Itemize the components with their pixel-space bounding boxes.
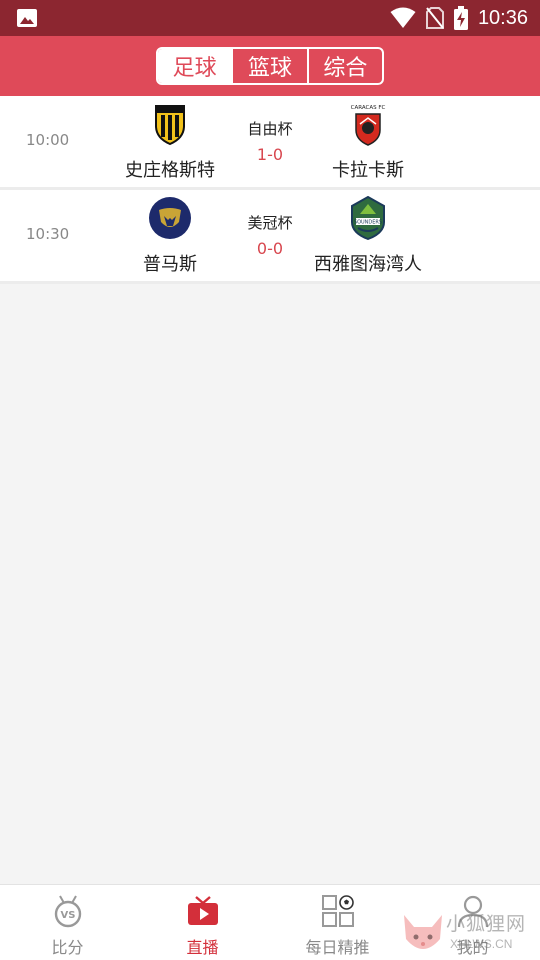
away-team-name: 西雅图海湾人: [314, 254, 422, 275]
battery-charging-icon: [453, 6, 468, 30]
match-row[interactable]: 10:00 史庄格斯特 自由杯 1-0 CARACAS FC 卡拉卡斯: [0, 96, 540, 190]
header: 足球 篮球 综合: [0, 36, 540, 96]
svg-text:VS: VS: [60, 910, 75, 921]
nav-label: 每日精推: [305, 938, 370, 957]
tab-basketball[interactable]: 篮球: [231, 49, 306, 83]
away-team: CARACAS FC 卡拉卡斯: [293, 102, 443, 182]
nav-label: 直播: [186, 938, 219, 957]
wifi-icon: [390, 7, 416, 28]
nav-item-mine[interactable]: 我的: [405, 885, 540, 960]
no-sim-icon: [425, 7, 444, 29]
bottom-nav: VS 比分 直播 每日精推 我的: [0, 884, 540, 960]
caracas-fc-crest: CARACAS FC: [351, 105, 386, 146]
image-icon: [17, 9, 37, 27]
away-team-name: 卡拉卡斯: [332, 160, 404, 181]
sport-tabs: 足球 篮球 综合: [156, 47, 384, 85]
match-row[interactable]: 10:30 普马斯 美冠杯 0-0 SOUNDERS 西雅图海湾人: [0, 190, 540, 284]
grid-ball-icon: [321, 895, 354, 927]
match-list: 10:00 史庄格斯特 自由杯 1-0 CARACAS FC 卡拉卡斯 10:3…: [0, 96, 540, 284]
caracas-crest-text: CARACAS FC: [351, 105, 386, 111]
tv-play-icon: [187, 896, 218, 925]
clock: 10:36: [477, 6, 528, 29]
nav-label: 比分: [51, 938, 84, 957]
sounders-crest-text: SOUNDERS: [354, 220, 382, 226]
nav-label: 我的: [456, 938, 489, 957]
match-time: 10:00: [26, 131, 70, 149]
pumas-crest: [149, 197, 191, 239]
away-team: SOUNDERS 西雅图海湾人: [293, 196, 443, 276]
status-bar: 10:36: [0, 0, 540, 36]
nav-item-live[interactable]: 直播: [135, 885, 270, 960]
user-icon: [457, 895, 488, 928]
seattle-sounders-crest: SOUNDERS: [351, 196, 385, 240]
nav-item-score[interactable]: VS 比分: [0, 885, 135, 960]
tab-football[interactable]: 足球: [158, 49, 232, 83]
tab-general[interactable]: 综合: [306, 49, 382, 83]
nav-item-daily-picks[interactable]: 每日精推: [270, 885, 405, 960]
vs-medal-icon: VS: [54, 895, 81, 928]
match-time: 10:30: [26, 225, 70, 243]
deportivo-tachira-crest: [155, 105, 185, 146]
